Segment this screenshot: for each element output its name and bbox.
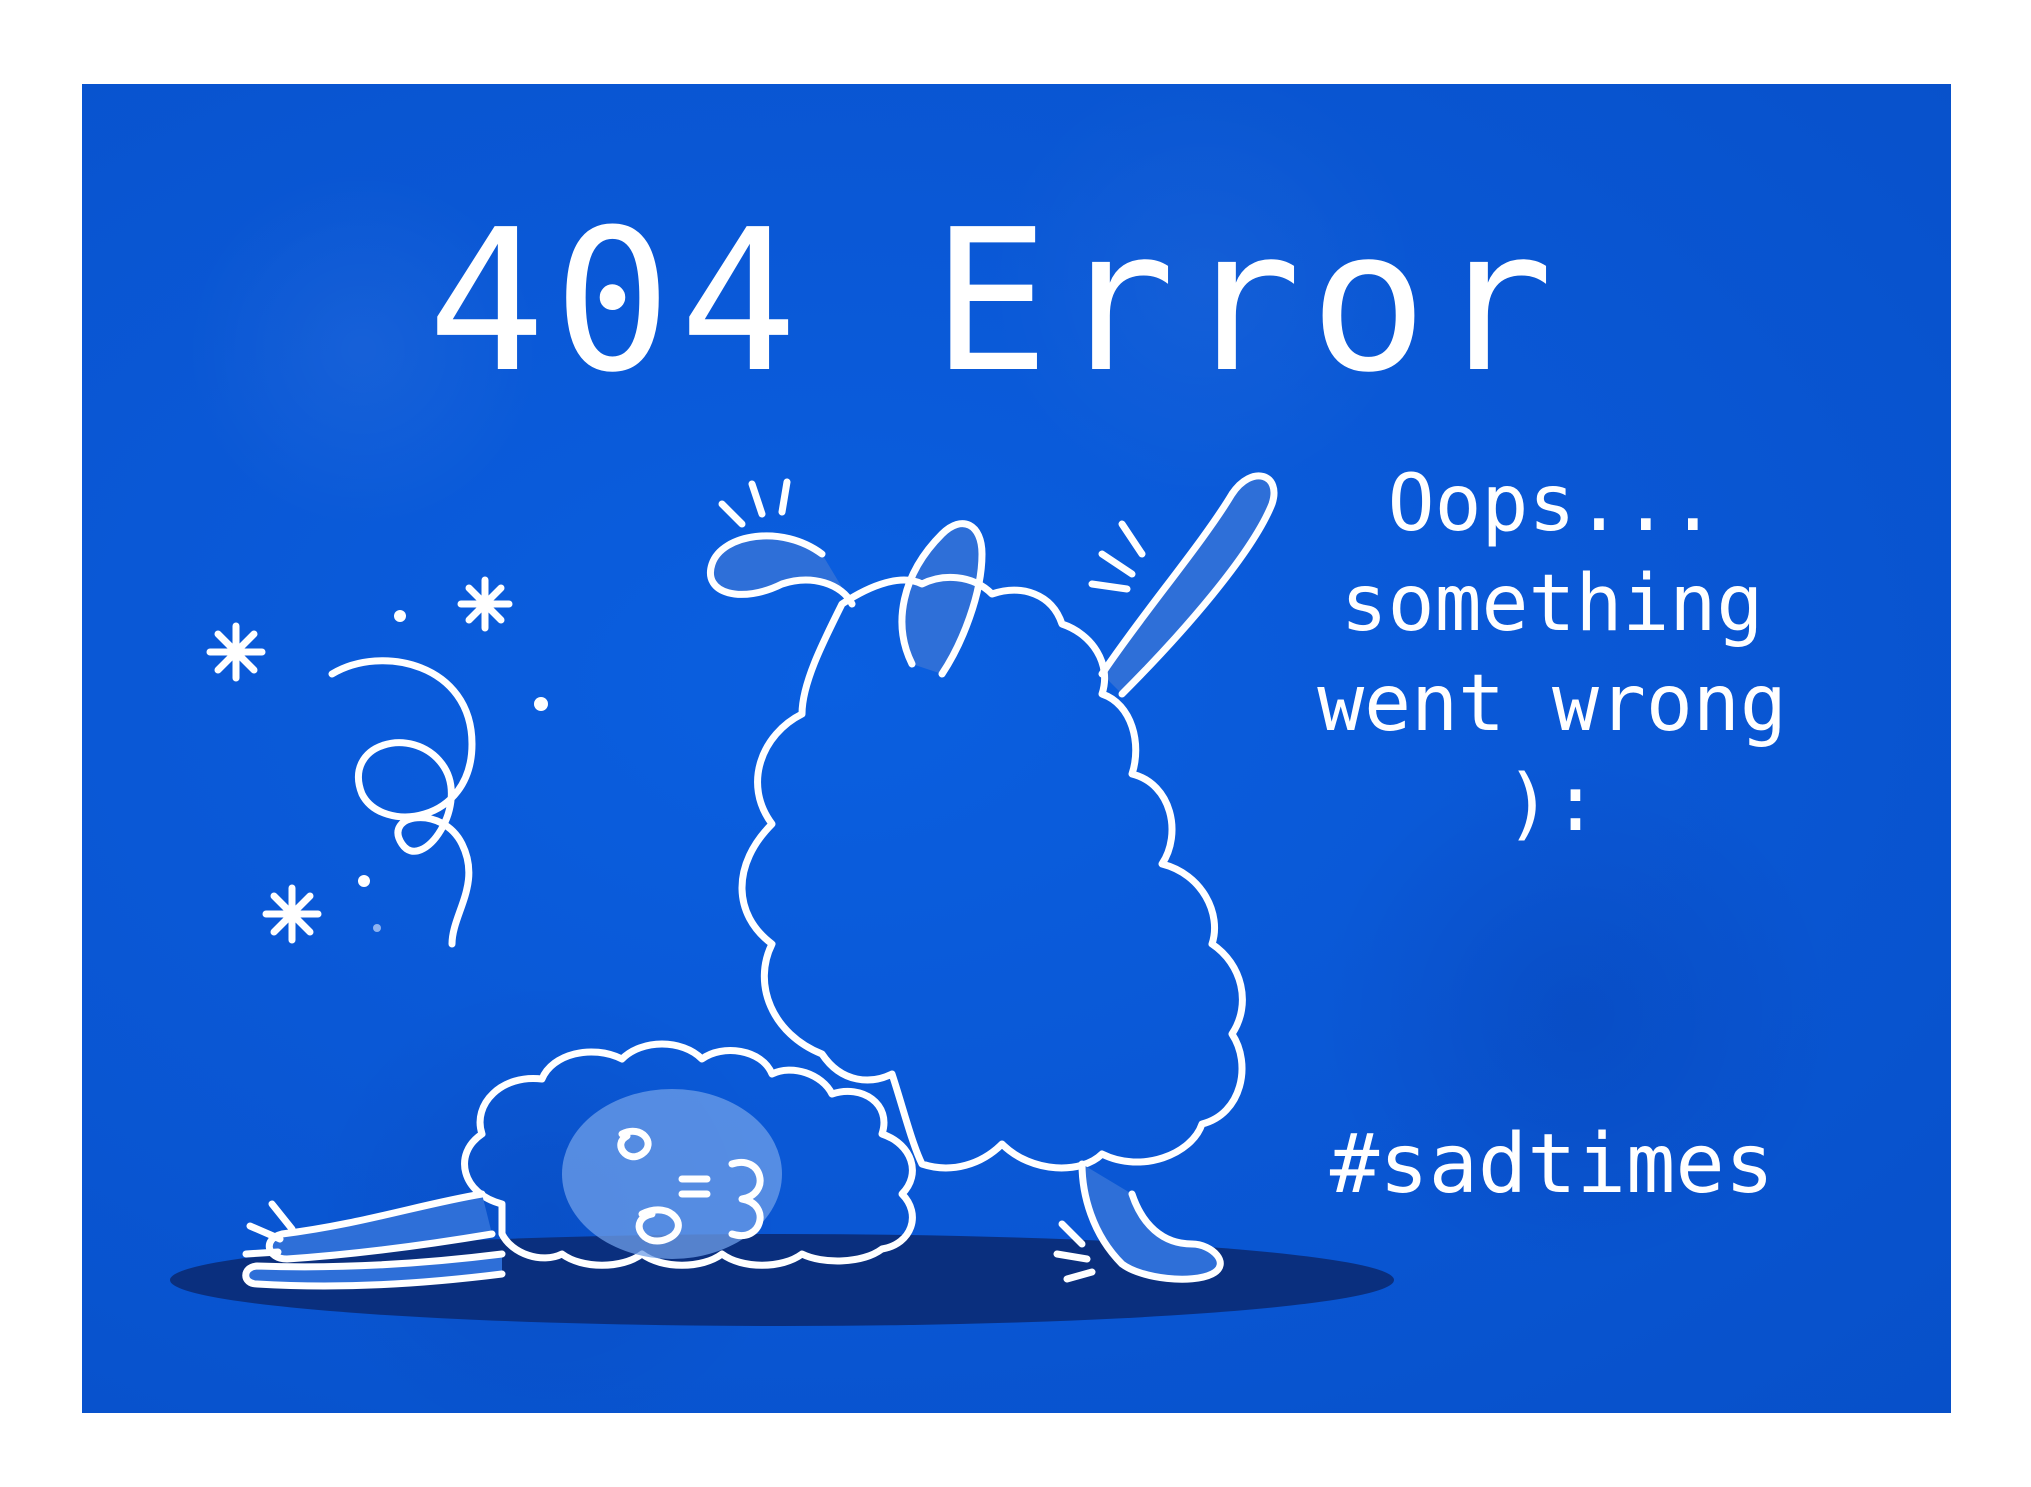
sheep-hoof bbox=[718, 478, 791, 528]
error-card: 404 Error Oops... something went wrong )… bbox=[82, 84, 1951, 1413]
sheep-ear bbox=[898, 520, 986, 678]
dizzy-sheep-icon bbox=[170, 472, 1394, 1326]
dizzy-spiral-icon bbox=[328, 657, 476, 948]
sheep-hoof bbox=[1088, 520, 1146, 593]
dizzy-stars-icon bbox=[206, 576, 548, 944]
sheep-leg bbox=[706, 532, 856, 608]
sheep-leg bbox=[1098, 472, 1278, 698]
